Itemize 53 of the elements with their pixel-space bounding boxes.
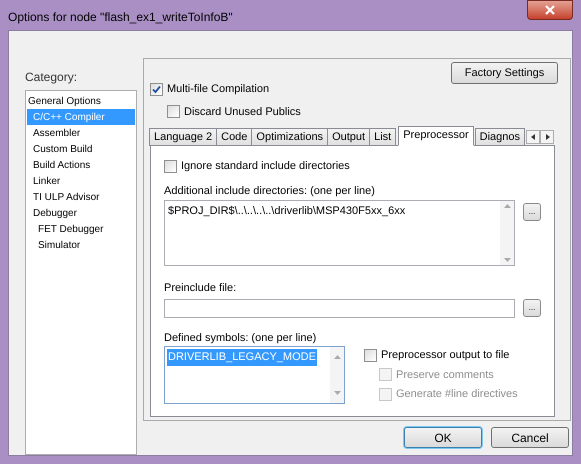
category-item[interactable]: Assembler [27,125,135,141]
checkbox-label: Multi-file Compilation [167,82,270,97]
field-value: $PROJ_DIR$\..\..\..\..\driverlib\MSP430F5xx_6xx [167,204,406,219]
right-arrow-icon [544,134,550,140]
browse-button[interactable]: ... [523,203,541,221]
up-arrow-icon [334,355,340,359]
checkbox-label: Discard Unused Publics [184,104,301,120]
checkbox-label: Generate #line directives [396,387,518,402]
left-arrow-icon [530,134,536,140]
checkbox[interactable] [167,105,180,118]
include-directories-field[interactable]: $PROJ_DIR$\..\..\..\..\driverlib\MSP430F5xx_6xx [164,200,516,266]
up-arrow-icon [504,204,511,208]
field-label: Defined symbols: (one per line) [164,330,318,346]
ok-button[interactable]: OK [404,427,482,448]
field-label: Additional include directories: (one per line) [164,184,376,198]
checkbox-label: Ignore standard include directories [181,159,350,174]
category-item[interactable]: General Options [27,93,135,109]
down-arrow-icon [504,258,511,262]
field-label: Preinclude file: [164,281,238,296]
checkmark-icon [152,84,161,94]
tab[interactable]: Language 2 [149,128,218,146]
cancel-button[interactable]: Cancel [491,427,569,448]
scrollbar[interactable] [330,347,344,403]
tab[interactable]: Output [327,128,370,146]
checkbox-label: Preserve comments [396,368,494,382]
category-item[interactable]: Simulator [27,237,135,253]
window-title: Options for node "flash_ex1_writeToInfoB" [8,9,233,26]
category-item[interactable]: Build Actions [27,157,135,173]
category-item[interactable]: Debugger [27,205,135,221]
tab-scroll-right-button[interactable] [540,130,554,144]
scrollbar[interactable] [500,201,514,265]
checkbox[interactable] [150,82,163,96]
tab[interactable]: Code [216,128,252,146]
tab[interactable]: Optimizations [251,128,328,146]
tab[interactable]: List [369,128,396,146]
tab[interactable]: Diagnos [474,128,525,146]
preinclude-file-field[interactable] [164,298,516,318]
checkbox-label: Preprocessor output to file [381,348,510,363]
factory-settings-button[interactable]: Factory Settings [451,62,558,84]
field-value: DRIVERLIB_LEGACY_MODE [167,349,317,366]
close-button[interactable] [527,0,573,20]
tab[interactable]: Preprocessor [398,126,474,146]
category-item[interactable]: TI ULP Advisor [27,189,135,205]
category-item[interactable]: Custom Build [27,141,135,157]
checkbox[interactable] [164,160,177,173]
close-icon [544,5,556,15]
down-arrow-icon [334,391,340,395]
checkbox[interactable] [364,348,377,362]
category-label: Category: [25,69,78,86]
category-item[interactable]: Linker [27,173,135,189]
tab-scroll-left-button[interactable] [526,130,540,144]
category-item[interactable]: FET Debugger [27,221,135,237]
browse-button[interactable]: ... [523,299,541,317]
